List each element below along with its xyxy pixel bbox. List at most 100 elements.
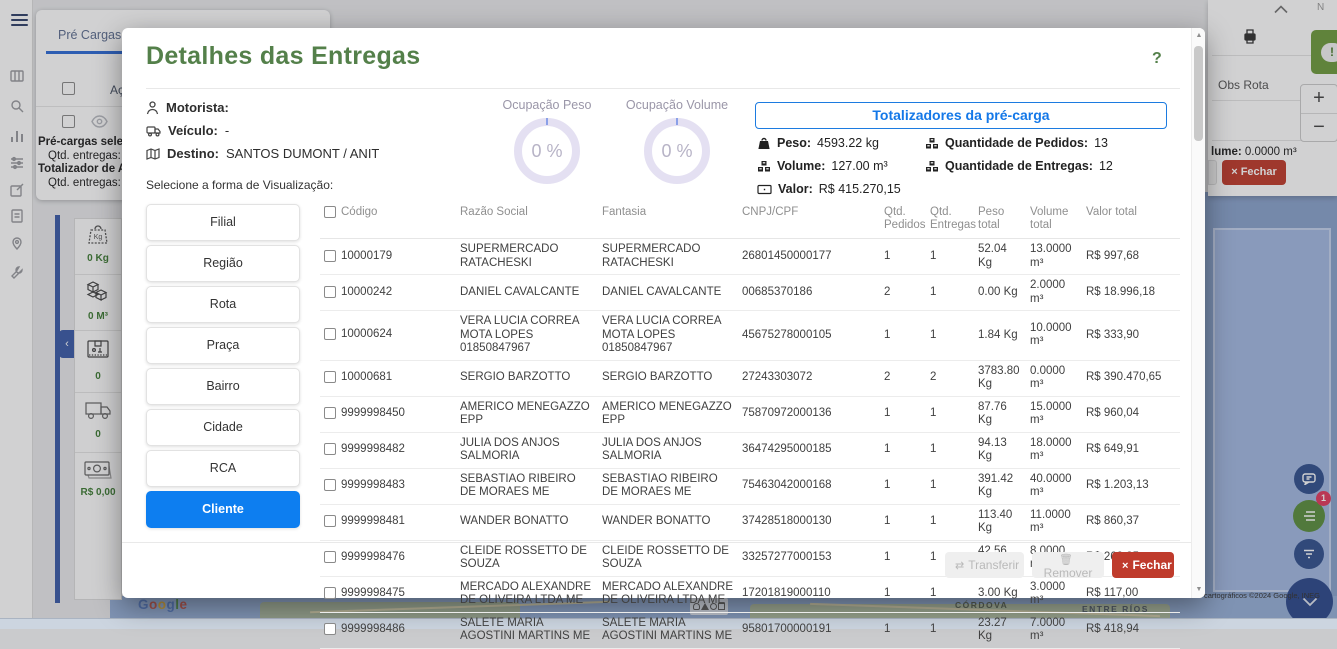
table-cell: 11.0000 m³ [1026,504,1082,540]
table-cell: VERA LUCIA CORREA MOTA LOPES 01850847967 [598,311,738,361]
table-cell: DANIEL CAVALCANTE [598,275,738,311]
table-cell: 95801700000191 [738,612,880,648]
table-cell: SEBASTIAO RIBEIRO DE MORAES ME [456,468,598,504]
table-cell: SERGIO BARZOTTO [456,360,598,396]
scroll-up-arrow[interactable]: ▲ [1192,28,1206,44]
table-row: 9999998486SALETE MARIA AGOSTINI MARTINS … [320,612,1180,648]
divider [122,542,1191,543]
destino-row: Destino:SANTOS DUMONT / ANIT [146,146,379,161]
table-cell: 36474295000185 [738,432,880,468]
table-cell: SERGIO BARZOTTO [598,360,738,396]
scroll-down-arrow[interactable]: ▼ [1192,582,1206,598]
table-row: 10000681SERGIO BARZOTTOSERGIO BARZOTTO27… [320,360,1180,396]
table-cell: JULIA DOS ANJOS SALMORIA [456,432,598,468]
gauge-volume: Ocupação Volume 0 % [622,98,732,184]
row-checkbox[interactable] [324,515,336,527]
table-cell: 10000681 [320,360,456,396]
select-view-label: Selecione a forma de Visualização: [146,178,333,192]
view-button-região[interactable]: Região [146,245,300,282]
table-cell: 1 [926,275,974,311]
valor-total: Valor:R$ 415.270,15 [757,182,901,196]
col-volume-total: Volume total [1026,202,1082,239]
table-cell: SUPERMERCADO RATACHESKI [598,239,738,275]
col-fantasia: Fantasia [598,202,738,239]
table-cell: 27243303072 [738,360,880,396]
gauge-tick [676,118,678,125]
table-cell: SALETE MARIA AGOSTINI MARTINS ME [456,612,598,648]
view-mode-buttons: Filial Região Rota Praça Bairro Cidade RCA Clie… [146,204,300,532]
table-cell: 23.27 Kg [974,612,1026,648]
table-cell: 2 [880,360,926,396]
row-checkbox[interactable] [324,250,336,262]
view-button-rota[interactable]: Rota [146,286,300,323]
table-cell: R$ 649,91 [1082,432,1180,468]
table-row: 9999998483SEBASTIAO RIBEIRO DE MORAES ME… [320,468,1180,504]
table-cell: 10000242 [320,275,456,311]
remover-button[interactable]: 🗑Remover [1032,552,1104,578]
table-cell: 75463042000168 [738,468,880,504]
view-button-rca[interactable]: RCA [146,450,300,487]
row-checkbox[interactable] [324,407,336,419]
modal-scrollbar[interactable]: ▲ ▼ [1191,28,1205,598]
table-row: 10000624VERA LUCIA CORREA MOTA LOPES 018… [320,311,1180,361]
table-cell: VERA LUCIA CORREA MOTA LOPES 01850847967 [456,311,598,361]
row-checkbox[interactable] [324,479,336,491]
table-cell: 37428518000130 [738,504,880,540]
table-cell: R$ 390.470,65 [1082,360,1180,396]
table-cell: 1 [880,396,926,432]
row-checkbox[interactable] [324,623,336,635]
row-checkbox[interactable] [324,371,336,383]
table-cell: 1 [880,432,926,468]
view-button-bairro[interactable]: Bairro [146,368,300,405]
scroll-thumb[interactable] [1194,46,1203,141]
transferir-button[interactable]: ⇄Transferir [945,552,1024,578]
row-checkbox[interactable] [324,443,336,455]
table-cell: SEBASTIAO RIBEIRO DE MORAES ME [598,468,738,504]
view-button-cliente[interactable]: Cliente [146,491,300,528]
table-cell: CLEIDE ROSSETTO DE SOUZA [456,540,598,576]
table-cell: 9999998450 [320,396,456,432]
info-block: Motorista: Veículo:- Destino:SANTOS DUMO… [146,100,379,169]
table-cell: 9999998481 [320,504,456,540]
select-all-checkbox[interactable] [324,206,336,218]
table-cell: R$ 333,90 [1082,311,1180,361]
table-cell: 2.0000 m³ [1026,275,1082,311]
row-checkbox[interactable] [324,328,336,340]
close-icon: × [1122,560,1128,572]
table-cell: 10.0000 m³ [1026,311,1082,361]
table-cell: WANDER BONATTO [598,504,738,540]
motorista-row: Motorista: [146,100,379,115]
table-cell: SUPERMERCADO RATACHESKI [456,239,598,275]
row-checkbox[interactable] [324,286,336,298]
view-button-praça[interactable]: Praça [146,327,300,364]
table-row: 9999998475 MERCADO ALEXANDRE DE OLIVEIRA … [320,576,1180,612]
row-checkbox[interactable] [324,587,336,599]
table-cell: 9999998483 [320,468,456,504]
table-cell: R$ 1.203,13 [1082,468,1180,504]
view-button-cidade[interactable]: Cidade [146,409,300,446]
totals-left-column: Peso:4593.22 kg Volume:127.00 m³ Valor:R… [757,136,901,205]
table-cell: 1 [880,504,926,540]
fechar-button[interactable]: ×Fechar [1112,552,1174,578]
table-cell: 87.76 Kg [974,396,1026,432]
table-cell: R$ 997,68 [1082,239,1180,275]
table-cell: 1 [926,504,974,540]
table-row: 9999998482JULIA DOS ANJOS SALMORIAJULIA … [320,432,1180,468]
table-cell: MERCADO ALEXANDRE DE OLIVEIRA LTDA ME [598,576,738,612]
col-codigo: Código [341,206,377,218]
trash-icon: 🗑 [1059,554,1073,566]
table-cell: 1 [926,432,974,468]
truck-icon [146,125,161,137]
table-cell: CLEIDE ROSSETTO DE SOUZA [598,540,738,576]
table-cell: 1 [926,239,974,275]
help-icon[interactable]: ? [1152,50,1162,68]
row-checkbox[interactable] [324,551,336,563]
table-cell: 1 [880,311,926,361]
table-cell: 9999998482 [320,432,456,468]
col-peso-total: Peso total [974,202,1026,239]
table-cell: 9999998476 [320,540,456,576]
gauge-peso: Ocupação Peso 0 % [492,98,602,184]
table-cell: 9999998475 [320,576,456,612]
table-cell: 1 [926,468,974,504]
view-button-filial[interactable]: Filial [146,204,300,241]
